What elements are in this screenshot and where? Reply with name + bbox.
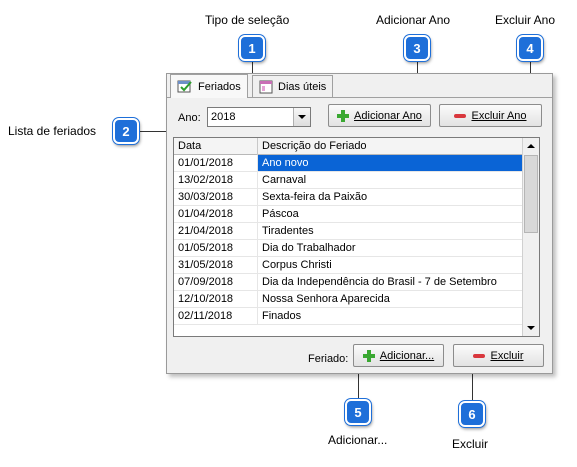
- year-label: Ano:: [178, 112, 201, 124]
- date-cell: 13/02/2018: [174, 172, 258, 188]
- callout-badge-2: 2: [113, 118, 139, 144]
- callout-label-4: Excluir Ano: [495, 13, 556, 27]
- date-cell: 01/04/2018: [174, 206, 258, 222]
- tab-feriados-label: Feriados: [198, 80, 241, 93]
- date-cell: 07/09/2018: [174, 274, 258, 290]
- scrollbar-thumb[interactable]: [524, 155, 538, 233]
- table-row[interactable]: 01/04/2018 Páscoa: [174, 206, 523, 223]
- leader-line-6: [472, 370, 473, 402]
- date-cell: 01/05/2018: [174, 240, 258, 256]
- description-cell: Ano novo: [258, 155, 523, 171]
- callout-badge-5: 5: [345, 399, 371, 425]
- add-year-button[interactable]: Adicionar Ano: [328, 104, 431, 127]
- description-cell: Sexta-feira da Paixão: [258, 189, 523, 205]
- grid-header: Data Descrição do Feriado: [174, 138, 523, 155]
- table-row[interactable]: 30/03/2018 Sexta-feira da Paixão: [174, 189, 523, 206]
- date-cell: 01/01/2018: [174, 155, 258, 171]
- minus-icon: [454, 113, 467, 118]
- calendar-grid-icon: [259, 80, 273, 93]
- delete-holiday-button-label: Excluir: [490, 349, 524, 362]
- callout-label-2: Lista de feriados: [8, 124, 97, 138]
- table-row[interactable]: 07/09/2018 Dia da Independência do Brasil…: [174, 274, 523, 291]
- plus-icon: [362, 349, 375, 362]
- add-holiday-button[interactable]: Adicionar...: [353, 344, 444, 367]
- callout-badge-4: 4: [517, 35, 543, 61]
- holiday-panel: Feriados Dias úteis Ano: 2018 Adicionar …: [166, 73, 553, 374]
- tab-dias-uteis[interactable]: Dias úteis: [252, 75, 334, 97]
- table-row[interactable]: 01/01/2018 Ano novo: [174, 155, 523, 172]
- callout-badge-1: 1: [239, 35, 265, 61]
- table-row[interactable]: 31/05/2018 Corpus Christi: [174, 257, 523, 274]
- add-holiday-button-label: Adicionar...: [379, 349, 435, 362]
- callout-badge-6: 6: [459, 401, 485, 427]
- date-cell: 30/03/2018: [174, 189, 258, 205]
- callout-label-3: Adicionar Ano: [376, 13, 451, 27]
- description-cell: Páscoa: [258, 206, 523, 222]
- callout-label-1: Tipo de seleção: [205, 13, 290, 27]
- callout-label-5: Adicionar...: [328, 433, 388, 447]
- date-cell: 21/04/2018: [174, 223, 258, 239]
- calendar-check-icon: [177, 80, 192, 93]
- year-select[interactable]: 2018: [207, 107, 311, 127]
- table-row[interactable]: 12/10/2018 Nossa Senhora Aparecida: [174, 291, 523, 308]
- description-cell: Nossa Senhora Aparecida: [258, 291, 523, 307]
- table-row[interactable]: 21/04/2018 Tiradentes: [174, 223, 523, 240]
- date-cell: 31/05/2018: [174, 257, 258, 273]
- table-row[interactable]: 13/02/2018 Carnaval: [174, 172, 523, 189]
- grid-body: 01/01/2018 Ano novo 13/02/2018 Carnaval 30…: [174, 155, 523, 325]
- leader-line-5: [358, 370, 359, 400]
- year-select-value: 2018: [211, 111, 236, 123]
- description-cell: Tiradentes: [258, 223, 523, 239]
- tab-dias-uteis-label: Dias úteis: [278, 80, 327, 93]
- table-row[interactable]: 01/05/2018 Dia do Trabalhador: [174, 240, 523, 257]
- vertical-scrollbar[interactable]: [522, 138, 539, 336]
- description-cell: Carnaval: [258, 172, 523, 188]
- date-cell: 12/10/2018: [174, 291, 258, 307]
- column-header-date[interactable]: Data: [174, 138, 258, 155]
- description-cell: Corpus Christi: [258, 257, 523, 273]
- scroll-down-icon[interactable]: [523, 320, 539, 336]
- date-cell: 02/11/2018: [174, 308, 258, 324]
- chevron-down-icon[interactable]: [293, 108, 310, 126]
- callout-label-6: Excluir: [452, 437, 489, 451]
- scroll-up-icon[interactable]: [523, 138, 539, 154]
- callout-badge-3: 3: [404, 35, 430, 61]
- delete-year-button-label: Excluir Ano: [471, 109, 527, 122]
- description-cell: Dia da Independência do Brasil - 7 de Se…: [258, 274, 523, 290]
- add-year-button-label: Adicionar Ano: [354, 109, 422, 122]
- minus-icon: [473, 353, 486, 358]
- delete-year-button[interactable]: Excluir Ano: [439, 104, 542, 127]
- description-cell: Dia do Trabalhador: [258, 240, 523, 256]
- column-header-description[interactable]: Descrição do Feriado: [258, 138, 523, 155]
- plus-icon: [337, 109, 350, 122]
- delete-holiday-button[interactable]: Excluir: [453, 344, 544, 367]
- holiday-list[interactable]: Data Descrição do Feriado 01/01/2018 Ano …: [173, 137, 540, 337]
- tab-feriados[interactable]: Feriados: [170, 74, 248, 98]
- description-cell: Finados: [258, 308, 523, 324]
- feriado-label: Feriado:: [308, 353, 349, 365]
- table-row[interactable]: 02/11/2018 Finados: [174, 308, 523, 325]
